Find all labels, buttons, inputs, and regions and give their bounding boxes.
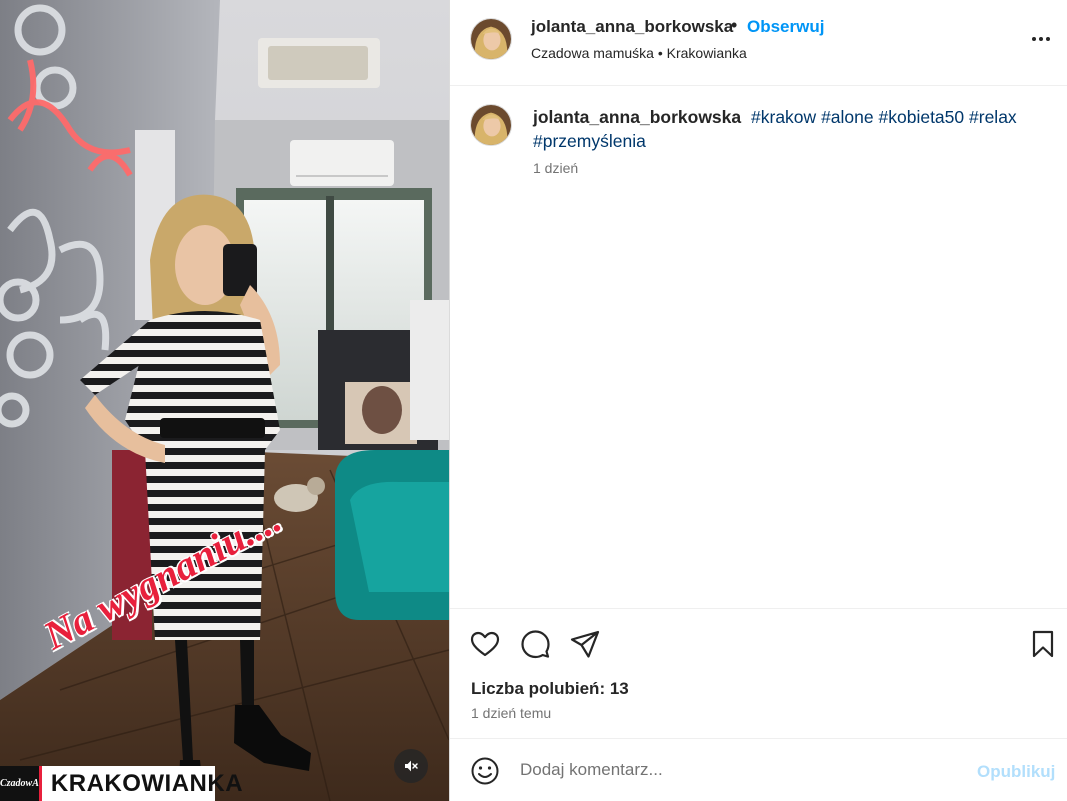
comment-icon[interactable] xyxy=(519,628,551,660)
publish-button[interactable]: Opublikuj xyxy=(977,762,1055,782)
hashtag-link[interactable]: #przemyślenia xyxy=(533,131,646,151)
bookmark-icon[interactable] xyxy=(1027,628,1059,660)
caption-section: jolanta_anna_borkowska #krakow #alone #k… xyxy=(450,86,1067,608)
post-date[interactable]: 1 dzień temu xyxy=(471,705,551,721)
comment-input[interactable] xyxy=(520,753,960,787)
heart-icon[interactable] xyxy=(469,628,501,660)
hashtag-link[interactable]: #kobieta50 xyxy=(879,107,965,127)
likes-count[interactable]: Liczba polubień: 13 xyxy=(471,679,629,699)
caption-username[interactable]: jolanta_anna_borkowska xyxy=(533,107,741,127)
post-photo xyxy=(0,0,449,801)
hashtag-link[interactable]: #relax xyxy=(969,107,1017,127)
avatar[interactable] xyxy=(470,18,512,60)
separator-dot: • xyxy=(731,15,738,35)
speaker-muted-icon xyxy=(405,760,418,772)
hashtag-link[interactable]: #alone xyxy=(821,107,874,127)
brand-overlay: CzadowA KRAKOWIANKA xyxy=(0,766,243,801)
caption-avatar[interactable] xyxy=(470,104,512,146)
avatar-image xyxy=(471,19,511,59)
caption-timestamp[interactable]: 1 dzień xyxy=(533,160,578,176)
follow-button[interactable]: Obserwuj xyxy=(747,17,824,37)
brand-name: KRAKOWIANKA xyxy=(50,769,244,797)
post-header: jolanta_anna_borkowska • Obserwuj Czadow… xyxy=(450,0,1067,86)
post-caption: jolanta_anna_borkowska #krakow #alone #k… xyxy=(533,105,1033,153)
mute-button[interactable] xyxy=(394,749,428,783)
post-subtitle[interactable]: Czadowa mamuśka • Krakowianka xyxy=(531,45,747,61)
comment-bar: Opublikuj xyxy=(450,738,1067,801)
post-media[interactable]: Na wygnaniu.... CzadowA KRAKOWIANKA xyxy=(0,0,449,801)
post-actions: Liczba polubień: 13 1 dzień temu xyxy=(450,608,1067,738)
emoji-icon[interactable] xyxy=(470,756,500,786)
post-side-panel: jolanta_anna_borkowska • Obserwuj Czadow… xyxy=(449,0,1067,801)
avatar-image xyxy=(471,105,511,145)
hashtag-link[interactable]: #krakow xyxy=(751,107,816,127)
share-icon[interactable] xyxy=(569,628,601,660)
brand-logo: CzadowA xyxy=(0,766,42,801)
post-author-username[interactable]: jolanta_anna_borkowska xyxy=(531,17,733,37)
more-options-icon[interactable] xyxy=(1028,28,1054,50)
